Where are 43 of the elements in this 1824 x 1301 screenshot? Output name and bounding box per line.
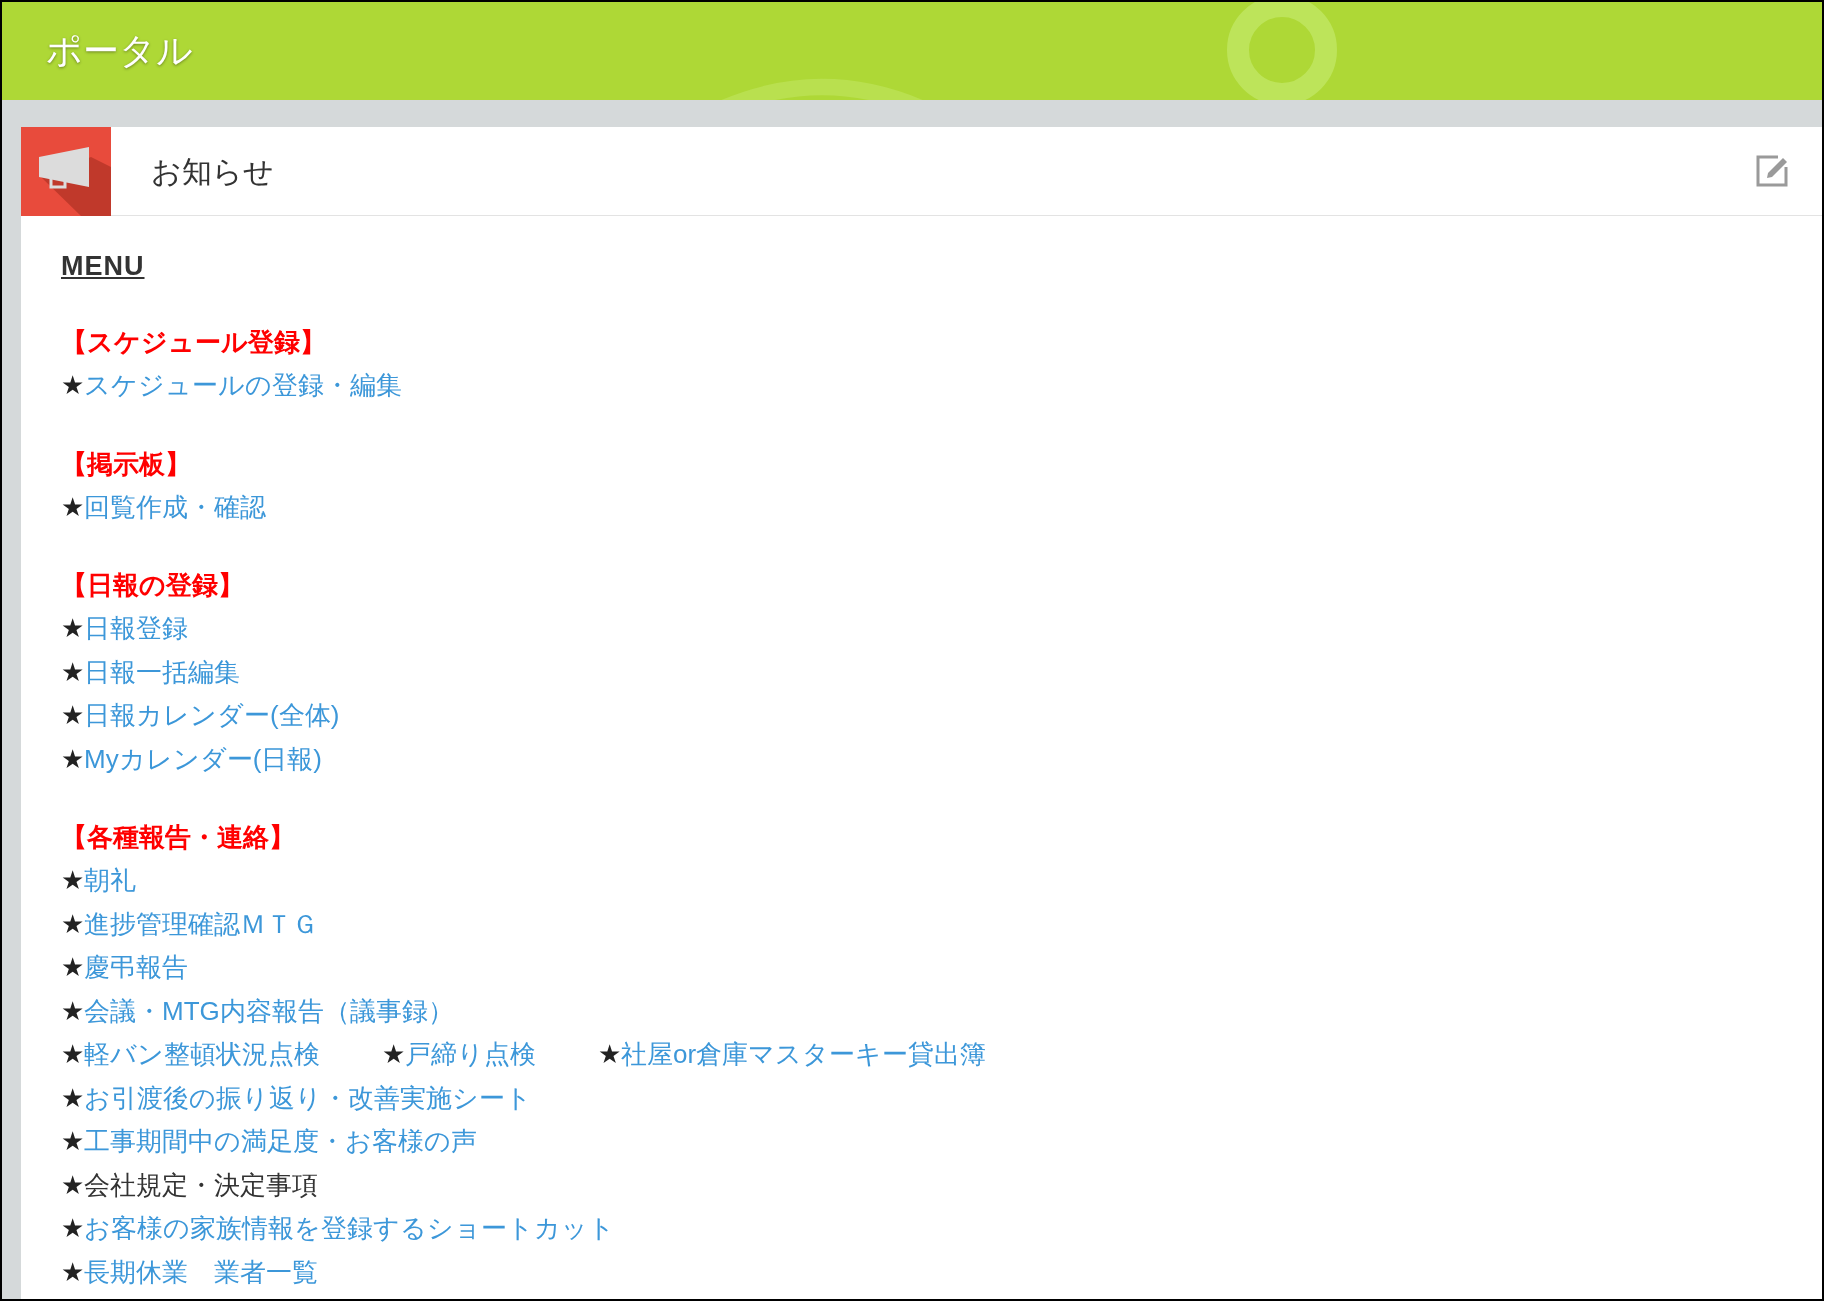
star-marker: ★: [61, 994, 84, 1028]
menu-link[interactable]: 社屋or倉庫マスターキー貸出簿: [621, 1035, 987, 1075]
star-marker: ★: [61, 1081, 84, 1115]
section-heading: 【スケジュール登録】: [61, 326, 326, 359]
star-marker: ★: [61, 369, 84, 403]
page-title: ポータル: [46, 29, 193, 73]
star-marker: ★: [61, 1168, 84, 1202]
star-marker: ★: [61, 699, 84, 733]
menu-link[interactable]: スケジュールの登録・編集: [84, 366, 402, 406]
menu-link[interactable]: 進捗管理確認ＭＴＧ: [84, 904, 318, 944]
menu-link[interactable]: 日報登録: [84, 609, 188, 649]
menu-link[interactable]: 戸締り点検: [405, 1035, 536, 1075]
panel-title: お知らせ: [151, 153, 274, 190]
section-heading: 【掲示板】: [61, 447, 191, 481]
menu-text: 会社規定・決定事項: [84, 1168, 318, 1202]
star-marker: ★: [61, 864, 84, 898]
star-marker: ★: [382, 1038, 405, 1072]
star-marker: ★: [61, 490, 84, 524]
star-marker: ★: [61, 1038, 84, 1072]
star-marker: ★: [61, 907, 84, 941]
star-marker: ★: [61, 1125, 84, 1159]
menu-link[interactable]: 日報一括編集: [84, 652, 240, 692]
star-marker: ★: [61, 612, 84, 646]
menu-link[interactable]: Myカレンダー(日報): [84, 739, 322, 779]
section-heading: 【各種報告・連絡】: [61, 821, 295, 854]
menu-link[interactable]: 慶弔報告: [84, 948, 188, 988]
menu-link[interactable]: お引渡後の振り返り・改善実施シート: [84, 1078, 532, 1118]
menu-link[interactable]: 工事期間中の満足度・お客様の声: [84, 1122, 477, 1162]
star-marker: ★: [598, 1038, 621, 1072]
menu-heading: MENU: [61, 250, 145, 283]
section-heading: 【日報の登録】: [61, 569, 244, 602]
menu-link[interactable]: 軽バン整頓状況点検: [84, 1035, 320, 1075]
menu-link[interactable]: 回覧作成・確認: [84, 487, 266, 527]
menu-link[interactable]: 日報カレンダー(全体): [84, 696, 340, 736]
star-marker: ★: [61, 1212, 84, 1246]
menu-link[interactable]: 長期休業 業者一覧: [84, 1252, 318, 1292]
star-marker: ★: [61, 1255, 84, 1289]
star-marker: ★: [61, 951, 84, 985]
menu-link[interactable]: お客様の家族情報を登録するショートカット: [84, 1209, 615, 1249]
star-marker: ★: [61, 742, 84, 776]
star-marker: ★: [61, 655, 84, 689]
menu-link[interactable]: 会議・MTG内容報告（議事録）: [84, 991, 454, 1031]
menu-link[interactable]: 朝礼: [84, 861, 136, 901]
